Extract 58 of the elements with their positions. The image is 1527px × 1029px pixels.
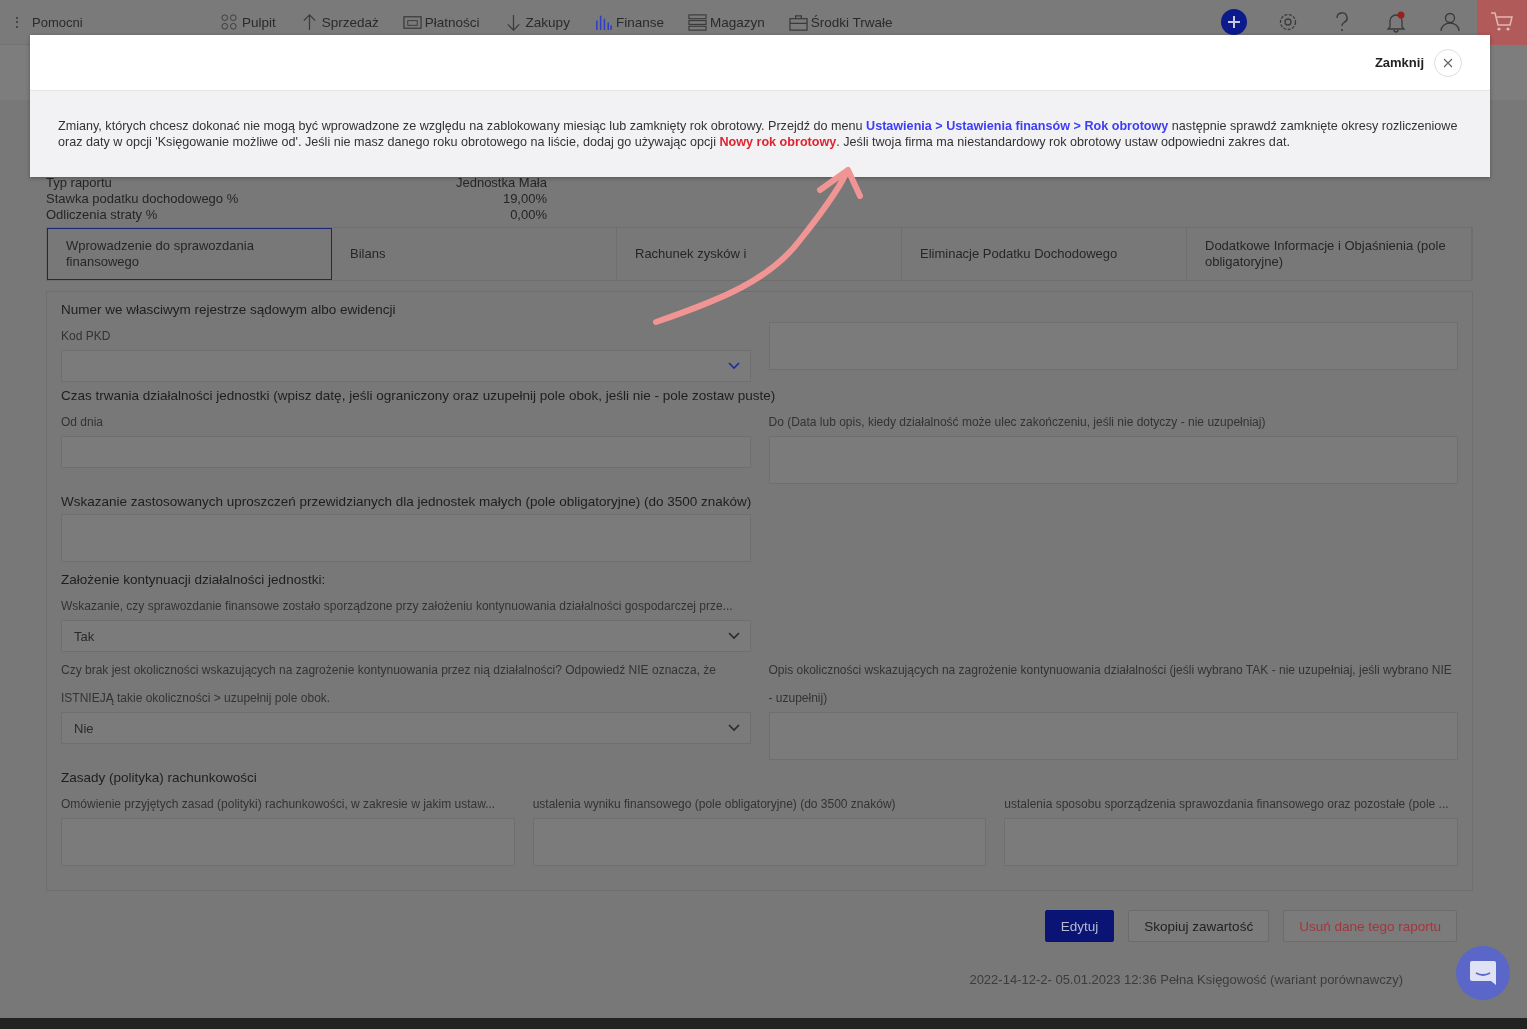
tab[interactable]: Eliminacje Podatku Dochodowego xyxy=(902,228,1187,280)
info-label: Stawka podatku dochodowego % xyxy=(46,191,240,207)
info-label: Typ raportu xyxy=(46,175,113,191)
settings-link[interactable]: Ustawienia > Ustawienia finansów > Rok obrotowy xyxy=(866,119,1169,133)
add-icon[interactable] xyxy=(1220,8,1248,36)
field-label: Kod PKD xyxy=(61,328,112,345)
more-icon[interactable]: ⋮ xyxy=(10,14,24,30)
chat-button[interactable] xyxy=(1456,946,1510,1000)
close-icon xyxy=(1443,57,1453,68)
chat-icon xyxy=(1469,960,1497,986)
nav-item[interactable]: Płatności xyxy=(402,12,480,32)
settings-icon[interactable] xyxy=(1278,12,1298,32)
section-title: Założenie kontynuacji działalności jednostki: xyxy=(61,571,327,589)
settings-link[interactable]: Nowy rok obrotowy xyxy=(719,135,837,149)
stack-icon xyxy=(687,12,707,32)
info-value: 19,00% xyxy=(501,191,547,207)
section-title: Numer we własciwym rejestrze sądowym albo ewidencji xyxy=(61,301,397,319)
info-value: Jednostka Mała xyxy=(454,175,547,191)
user-icon[interactable] xyxy=(1440,12,1460,32)
dropdown[interactable] xyxy=(61,350,751,382)
nav-item[interactable]: Finanse xyxy=(593,12,664,32)
section-title: Czas trwania działalności jednostki (wpisz datę, jeśli ograniczony oraz uzupełnij pole obok, jeśli nie - pole zostaw puste) xyxy=(61,387,777,405)
field-label: Czy brak jest okoliczności wskazujących na zagrożenie kontynuowania przez nią działalności? Odpowiedź NIE oznacza, że ISTNIEJĄ takie okoliczności > uzupełnij pole obok. xyxy=(61,662,717,707)
dropdown[interactable]: Nie xyxy=(61,712,751,744)
briefcase-icon xyxy=(788,12,808,32)
nav-item[interactable]: Magazyn xyxy=(687,12,765,32)
nav-item[interactable]: Środki Trwałe xyxy=(788,12,893,32)
tab[interactable]: Dodatkowe Informacje i Objaśnienia (pole obligatoryjne) xyxy=(1187,228,1472,280)
info-label: Odliczenia straty % xyxy=(46,207,159,223)
close-label[interactable]: Zamknij xyxy=(1374,55,1424,70)
info-value: 0,00% xyxy=(509,207,547,223)
field-label: ustalenia sposobu sporządzenia sprawozdania finansowego oraz pozostałe (pole ... xyxy=(1004,796,1450,813)
tab[interactable]: Bilans xyxy=(332,228,617,280)
close-button[interactable] xyxy=(1434,48,1462,77)
section-title: Zasady (polityka) rachunkowości xyxy=(61,769,258,787)
field-label: ustalenia wyniku finansowego (pole obligatoryjne) (do 3500 znaków) xyxy=(532,796,897,813)
chevron-down-icon xyxy=(727,724,740,732)
nav-item[interactable]: Pulpit xyxy=(220,12,276,32)
footer-text: 2022-14-12-2- 05.01.2023 12:36 Pełna Księgowość (wariant porównawczy) xyxy=(968,972,1404,987)
section-title: Wskazanie zastosowanych uproszczeń przewidzianych dla jednostek małych (pole obligatoryjne) (do 3500 znaków) xyxy=(61,493,753,511)
field-label: Omówienie przyjętych zasad (polityki) rachunkowości, w zakresie w jakim ustaw... xyxy=(61,796,497,813)
chevron-down-icon xyxy=(727,632,740,640)
copy-button[interactable]: Skopiuj zawartość xyxy=(1128,910,1270,942)
bell-icon[interactable] xyxy=(1386,11,1406,33)
tab[interactable]: Wprowadzenie do sprawozdania finansowego xyxy=(47,228,332,280)
help-icon[interactable] xyxy=(1335,12,1349,32)
field-label: Wskazanie, czy sprawozdanie finansowe zostało sporządzone przy założeniu kontynuowania działalności gospodarczej prze... xyxy=(61,598,734,615)
dropdown[interactable]: Tak xyxy=(61,620,751,652)
field-label: Do (Data lub opis, kiedy działalność może ulec zakończeniu, jeśli nie dotyczy - nie uzupełniaj) xyxy=(768,414,1267,431)
nav-item[interactable]: Zakupy xyxy=(503,12,570,32)
field-label: Opis okoliczności wskazujących na zagrożenie kontynuowania działalności (jeśli wybrano TAK - nie uzupełniaj, jeśli wybrano NIE - uzupełnij) xyxy=(768,662,1453,707)
menu-title[interactable]: Pomocni xyxy=(32,14,83,30)
grid-icon xyxy=(220,12,239,32)
message-text: Zmiany, których chcesz dokonać nie mogą być wprowadzone ze względu na zablokowany miesiąc lub zamknięty rok obrotowy. Przejdź do menu Ustawienia > Ustawienia finansów > Rok obrotowy następnie sprawdź zamknięte okresy rozliczeniowe oraz daty w opcji 'Księgowanie możliwe od'. Jeśli nie masz danego roku obrotowego na liście, dodaj go używając opcji Nowy rok obrotowy. Jeśli twoja firma ma niestandardowy rok obrotowy ustaw odpowiedni zakres dat. xyxy=(58,118,1459,150)
edit-button[interactable]: Edytuj xyxy=(1044,910,1115,942)
cart-icon[interactable] xyxy=(1490,11,1514,33)
field-label: Od dnia xyxy=(61,414,105,431)
nav-item[interactable]: Sprzedaż xyxy=(299,12,379,32)
